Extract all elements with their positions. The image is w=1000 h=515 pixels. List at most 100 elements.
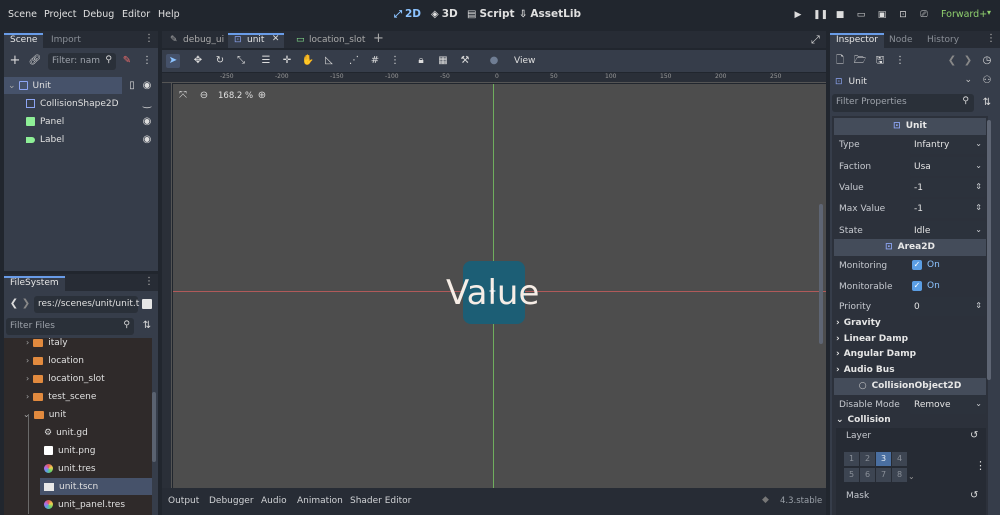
tree-node-unit[interactable]: ⌄ Unit	[4, 77, 122, 94]
layer-bit-3[interactable]: 3	[876, 452, 891, 466]
sort-icon[interactable]: ⇅	[140, 319, 154, 333]
group-gravity[interactable]: › Gravity	[836, 318, 881, 328]
save-resource-icon[interactable]: 🖫︎	[873, 54, 887, 68]
stop-icon[interactable]: ■	[834, 9, 846, 21]
fs-folder-test-scene[interactable]: › test_scene	[26, 388, 96, 405]
layer-bit-5[interactable]: 5	[844, 468, 859, 482]
menu-scene[interactable]: Scene	[8, 9, 37, 20]
menu-debug[interactable]: Debug	[83, 9, 114, 20]
center-view-icon[interactable]: ⤧	[176, 89, 190, 103]
canvas[interactable]: Value ✛	[173, 84, 826, 515]
toggle-split-icon[interactable]	[142, 299, 152, 309]
monitorable-checkbox[interactable]: ✓ On	[912, 281, 940, 291]
snap-options-icon[interactable]: ⋮	[388, 54, 402, 68]
revert-icon[interactable]: ↺	[970, 490, 978, 501]
tab-animation[interactable]: Animation	[297, 496, 343, 506]
visibility-eye-icon[interactable]: ◉	[140, 115, 154, 129]
object-history-icon[interactable]: ◷	[980, 54, 994, 68]
visibility-eye-icon[interactable]: ◉	[140, 133, 154, 147]
layer-bit-6[interactable]: 6	[860, 468, 875, 482]
type-dropdown[interactable]: Infantry ⌄	[910, 135, 986, 154]
lock-icon[interactable]: 🔒︎	[414, 54, 428, 68]
renderer-select[interactable]: Forward+	[941, 9, 987, 20]
revert-icon[interactable]: ↺	[970, 430, 978, 441]
tab-audio[interactable]: Audio	[261, 496, 287, 506]
menu-editor[interactable]: Editor	[122, 9, 150, 20]
files-filter-input[interactable]: Filter Files ⚲	[6, 318, 134, 335]
layer-bit-2[interactable]: 2	[860, 452, 875, 466]
zoom-out-icon[interactable]: ⊖	[197, 89, 211, 103]
movie-maker-icon[interactable]: ⎚	[918, 9, 930, 21]
group-audio-bus[interactable]: › Audio Bus	[836, 365, 895, 375]
dock-menu-icon[interactable]: ⋮	[144, 276, 154, 287]
inspector-scrollbar[interactable]	[987, 120, 991, 380]
script-attached-icon[interactable]: ▯	[125, 79, 139, 93]
zoom-level[interactable]: 168.2 %	[218, 91, 253, 101]
menu-help[interactable]: Help	[158, 9, 180, 20]
fs-file-unit-tres[interactable]: unit.tres	[44, 460, 96, 477]
history-forward-icon[interactable]: ❯	[961, 54, 975, 68]
tab-filesystem[interactable]: FileSystem	[4, 276, 65, 291]
tab-location-slot[interactable]: ▭ location_slot	[290, 33, 371, 48]
scrollbar[interactable]	[152, 392, 156, 462]
workspace-assetlib[interactable]: ⇩ AssetLib	[519, 8, 581, 20]
inspector-options-icon[interactable]: ⇅	[980, 96, 994, 110]
instance-scene-icon[interactable]: 🔗︎	[28, 54, 42, 68]
layer-menu-icon[interactable]: ⋮	[975, 459, 986, 472]
select-tool-icon[interactable]: ➤	[166, 54, 180, 68]
tab-history[interactable]: History	[921, 33, 965, 48]
tab-inspector[interactable]: Inspector	[830, 33, 884, 48]
load-resource-icon[interactable]: 🗁︎	[853, 54, 867, 68]
pivot-tool-icon[interactable]: ✛	[280, 54, 294, 68]
fs-folder-location-slot[interactable]: › location_slot	[26, 370, 105, 387]
ruler-tool-icon[interactable]: ◺	[322, 54, 336, 68]
forward-arrow-icon[interactable]: ❯	[19, 297, 33, 311]
fs-folder-unit[interactable]: ⌄ unit	[23, 406, 66, 423]
group-icon[interactable]: ▦	[436, 54, 450, 68]
tab-unit[interactable]: ⊡ unit ✕	[228, 33, 285, 48]
fs-folder-location[interactable]: › location	[26, 352, 84, 369]
state-dropdown[interactable]: Idle ⌄	[910, 221, 986, 240]
close-icon[interactable]: ✕	[272, 34, 280, 44]
fs-file-unit-tscn[interactable]: unit.tscn	[40, 478, 152, 495]
faction-dropdown[interactable]: Usa ⌄	[910, 157, 986, 176]
list-select-icon[interactable]: ☰	[259, 54, 273, 68]
group-collision[interactable]: ⌄ Collision	[836, 415, 891, 425]
tab-node[interactable]: Node	[883, 33, 919, 48]
add-node-icon[interactable]: +	[8, 54, 22, 68]
disable-mode-dropdown[interactable]: Remove ⌄	[910, 395, 986, 414]
node-doc-icon[interactable]: ⚇	[980, 74, 994, 88]
distraction-free-icon[interactable]: ⤢	[811, 33, 820, 47]
tab-shader-editor[interactable]: Shader Editor	[350, 496, 411, 506]
vertical-scrollbar[interactable]	[819, 204, 823, 344]
tree-node-panel[interactable]: Panel	[26, 113, 64, 130]
spin-arrows-icon[interactable]: ⇕	[975, 301, 982, 310]
tab-import[interactable]: Import	[45, 33, 87, 48]
history-back-icon[interactable]: ❮	[945, 54, 959, 68]
dock-menu-icon[interactable]: ⋮	[144, 33, 154, 44]
viewport[interactable]: -250 -200 -150 -100 -50 0 50 100 150 200…	[162, 73, 826, 515]
grid-snap-icon[interactable]: #	[368, 54, 382, 68]
layer-bit-1[interactable]: 1	[844, 452, 859, 466]
zoom-in-icon[interactable]: ⊕	[255, 89, 269, 103]
dock-menu-icon[interactable]: ⋮	[986, 33, 996, 44]
fs-folder-italy[interactable]: › italy	[26, 338, 68, 351]
visibility-hidden-icon[interactable]: ‿	[140, 97, 154, 111]
fs-file-unit-png[interactable]: unit.png	[44, 442, 95, 459]
tree-node-label[interactable]: Label	[26, 131, 64, 148]
view-menu[interactable]: View	[514, 56, 535, 66]
scene-options-icon[interactable]: ⋮	[140, 54, 154, 68]
layer-bit-4[interactable]: 4	[892, 452, 907, 466]
skeleton-icon[interactable]: ⚒	[458, 54, 472, 68]
play-icon[interactable]: ▶	[792, 9, 804, 21]
move-tool-icon[interactable]: ✥	[191, 54, 205, 68]
add-tab-icon[interactable]: +	[373, 31, 384, 46]
path-field[interactable]: res://scenes/unit/unit.t	[34, 296, 139, 313]
scale-tool-icon[interactable]: ⤡	[234, 54, 248, 68]
workspace-script[interactable]: ▤ Script	[467, 8, 515, 20]
menu-project[interactable]: Project	[44, 9, 77, 20]
pause-icon[interactable]: ❚❚	[813, 9, 828, 21]
layer-bit-8[interactable]: 8	[892, 468, 907, 482]
workspace-2d[interactable]: ⤢ 2D	[394, 8, 421, 20]
scene-filter-input[interactable]: Filter: nam ⚲	[48, 53, 116, 70]
